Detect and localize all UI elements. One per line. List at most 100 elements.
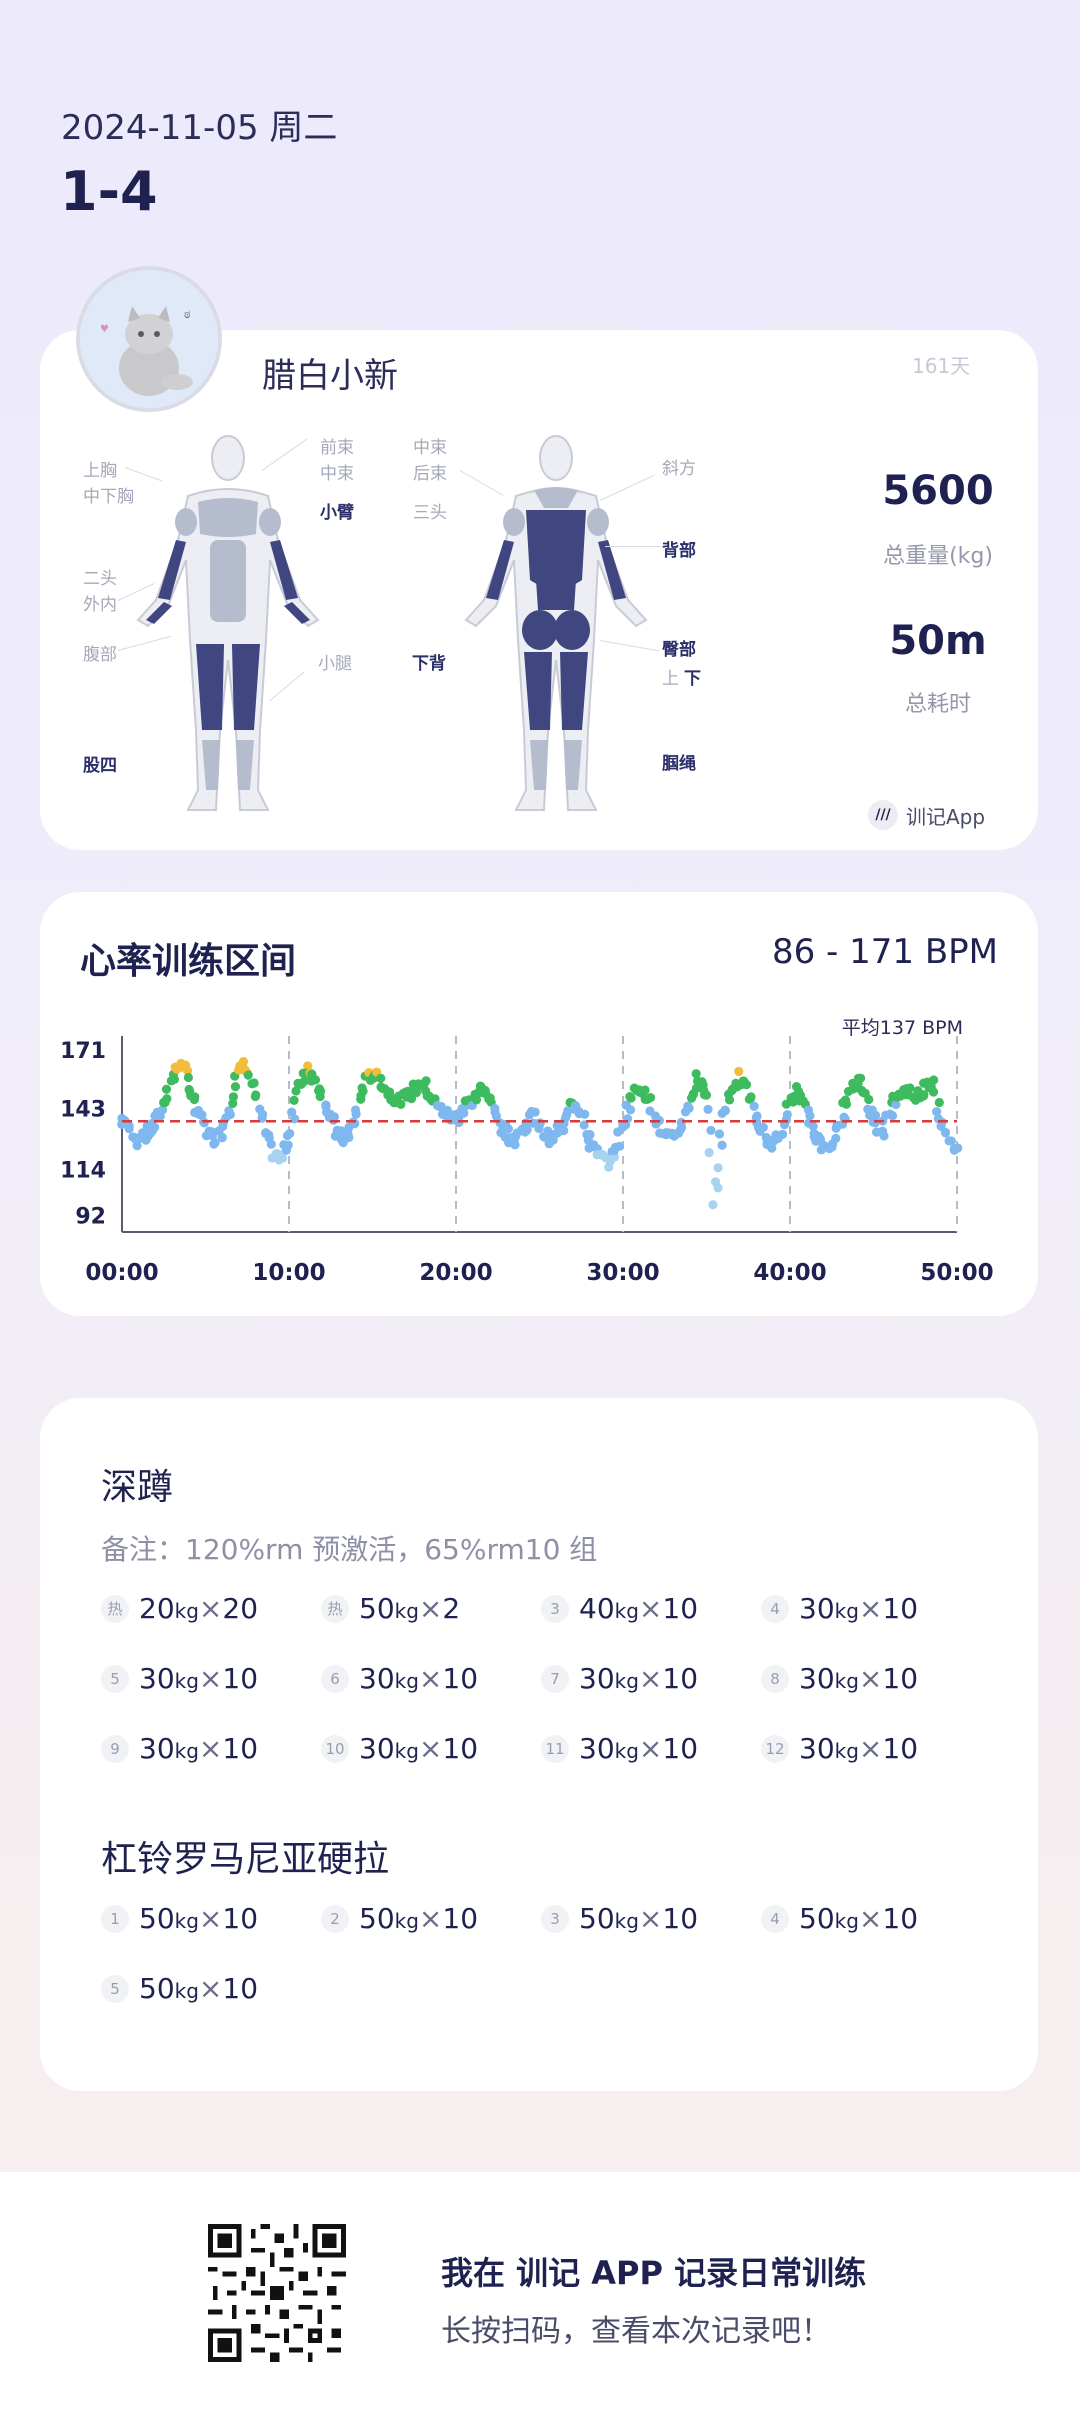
heart-rate-point: [706, 1125, 716, 1136]
set-detail: 30kg×10: [139, 1662, 259, 1695]
heart-rate-point: [791, 1082, 802, 1092]
exercise-name: 杠铃罗马尼亚硬拉: [101, 1839, 390, 1880]
set-item: 6 30kg×10: [321, 1662, 478, 1695]
set-detail: 30kg×10: [359, 1732, 479, 1765]
brand-name: 训记App: [906, 804, 986, 829]
set-detail: 30kg×10: [799, 1662, 919, 1695]
set-index: 8: [761, 1664, 789, 1693]
total-weight-value: 5600: [882, 468, 994, 514]
heart-rate-point: [625, 1105, 636, 1115]
heart-rate-title: 心率训练区间: [80, 941, 297, 982]
set-detail: 50kg×10: [139, 1972, 259, 2005]
set-index: 10: [321, 1734, 349, 1763]
heart-rate-point: [614, 1141, 625, 1151]
muscle-label-biceps: 二头: [83, 569, 117, 589]
nickname: 腊白小新: [262, 356, 398, 396]
heart-rate-point: [713, 1183, 723, 1193]
heart-rate-point: [781, 1115, 791, 1125]
set-index: 6: [321, 1664, 349, 1693]
x-tick-label: 00:00: [85, 1260, 158, 1286]
muscle-label-triceps: 三头: [413, 503, 447, 523]
training-days: 161天: [912, 354, 971, 378]
muscle-label-forearm: 小臂: [320, 503, 354, 523]
set-index: 5: [101, 1974, 129, 2003]
heart-rate-point: [275, 1153, 285, 1163]
brand-badge: /// 训记App: [868, 800, 985, 830]
heart-rate-point: [749, 1101, 759, 1111]
leader-line: [605, 546, 660, 547]
set-item: 10 30kg×10: [321, 1732, 478, 1765]
heart-rate-point: [485, 1093, 495, 1103]
heart-rate-point: [934, 1097, 944, 1108]
heart-rate-point: [421, 1076, 431, 1086]
muscle-label-upper: 上: [662, 669, 679, 689]
set-item: 3 50kg×10: [541, 1902, 698, 1935]
heart-rate-point: [189, 1094, 199, 1105]
svg-text:♥: ♥: [100, 324, 109, 335]
heart-rate-point: [703, 1104, 713, 1114]
muscle-label-rear-delt: 后束: [413, 464, 447, 484]
heart-rate-point: [357, 1083, 367, 1093]
set-detail: 30kg×10: [799, 1592, 919, 1625]
heart-rate-point: [713, 1163, 723, 1173]
average-label: 平均137 BPM: [842, 1017, 963, 1039]
set-index: 1: [101, 1904, 129, 1933]
share-footer: [0, 2172, 1080, 2416]
set-index: 9: [101, 1734, 129, 1763]
heart-rate-point: [243, 1070, 253, 1080]
heart-rate-point: [720, 1105, 731, 1116]
y-tick-label: 143: [60, 1098, 106, 1123]
set-detail: 30kg×10: [359, 1662, 479, 1695]
set-index: 2: [321, 1904, 349, 1933]
page-title: 1-4: [60, 160, 158, 223]
set-detail: 50kg×10: [799, 1902, 919, 1935]
heart-rate-point: [645, 1093, 656, 1103]
heart-rate-point: [350, 1105, 361, 1115]
heart-rate-point: [691, 1069, 701, 1079]
muscle-label-front-delt: 前束: [320, 438, 354, 458]
heart-rate-point: [230, 1082, 241, 1092]
set-item: 8 30kg×10: [761, 1662, 918, 1695]
heart-rate-point: [249, 1078, 259, 1088]
set-item: 5 50kg×10: [101, 1972, 258, 2005]
avatar[interactable]: ♥ ಠ: [80, 270, 218, 408]
muscle-label-upper-chest: 上胸: [83, 461, 117, 481]
heart-rate-point: [887, 1111, 898, 1121]
heart-rate-point: [928, 1087, 939, 1097]
app-logo-icon: ///: [868, 800, 898, 830]
set-item: 7 30kg×10: [541, 1662, 698, 1695]
qr-code-icon[interactable]: [208, 2224, 346, 2362]
set-detail: 20kg×20: [139, 1592, 259, 1625]
exercise-name: 深蹲: [101, 1467, 174, 1508]
x-tick-label: 50:00: [920, 1260, 993, 1286]
set-index: 3: [541, 1904, 569, 1933]
heart-rate-point: [918, 1091, 929, 1101]
set-detail: 30kg×10: [799, 1732, 919, 1765]
heart-rate-point: [183, 1072, 193, 1083]
set-item: 4 30kg×10: [761, 1592, 918, 1625]
x-tick-label: 40:00: [753, 1260, 826, 1286]
set-item: 9 30kg×10: [101, 1732, 258, 1765]
x-tick-label: 10:00: [252, 1260, 325, 1286]
heart-rate-point: [640, 1085, 650, 1095]
heart-rate-point: [287, 1107, 297, 1117]
heart-rate-point: [940, 1128, 951, 1138]
heart-rate-point: [946, 1136, 956, 1146]
heart-rate-point: [808, 1121, 818, 1131]
set-item: 11 30kg×10: [541, 1732, 698, 1765]
y-tick-label: 171: [60, 1039, 106, 1064]
x-tick-label: 20:00: [419, 1260, 492, 1286]
muscle-label-traps: 斜方: [662, 459, 696, 479]
heart-rate-point: [877, 1126, 888, 1136]
set-detail: 50kg×2: [359, 1592, 461, 1625]
set-index: 热: [321, 1594, 349, 1623]
footer-subline: 长按扫码，查看本次记录吧！: [441, 2314, 831, 2349]
heart-rate-point: [841, 1099, 852, 1109]
muscle-label-lower: 下: [684, 669, 701, 689]
set-index: 3: [541, 1594, 569, 1623]
muscle-label-glutes: 臀部: [662, 640, 696, 660]
heart-rate-point: [228, 1092, 239, 1102]
set-index: 4: [761, 1594, 789, 1623]
heart-rate-point: [150, 1122, 160, 1132]
heart-rate-point: [626, 1093, 636, 1103]
